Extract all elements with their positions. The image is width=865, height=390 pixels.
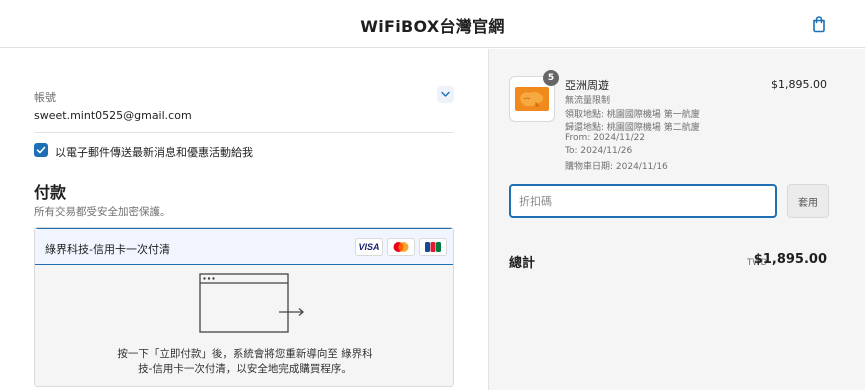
payment-option-label: 綠界科技-信用卡一次付清 — [45, 243, 170, 256]
account-label: 帳號 — [34, 91, 56, 104]
chevron-down-icon — [441, 91, 450, 97]
discount-code-input[interactable] — [509, 184, 777, 218]
total-label: 總計 — [509, 256, 536, 271]
shop-title[interactable]: WiFiBOX台灣官網 — [0, 13, 865, 37]
payment-option-ecpay[interactable]: 綠界科技-信用卡一次付清 VISA — [35, 228, 453, 265]
product-detail: 領取地點: 桃園國際機場 第一航廈 — [565, 110, 700, 120]
visa-icon: VISA — [355, 238, 383, 256]
cart-button[interactable] — [809, 14, 829, 34]
apply-discount-button[interactable]: 套用 — [787, 184, 829, 218]
header: WiFiBOX台灣官網 — [0, 0, 865, 48]
payment-title: 付款 — [34, 183, 67, 202]
product-detail: From: 2024/11/22 — [565, 133, 646, 143]
product-price: $1,895.00 — [771, 78, 827, 91]
payment-subtitle: 所有交易都受安全加密保護。 — [34, 206, 171, 218]
product-name: 亞洲周遊 — [565, 79, 609, 92]
product-image — [515, 87, 549, 111]
redirect-info: 按一下「立即付款」後，系統會將您重新導向至 綠界科技-信用卡一次付清，以安全地完… — [35, 265, 453, 386]
quantity-badge: 5 — [543, 70, 559, 86]
account-email: sweet.mint0525@gmail.com — [34, 109, 192, 122]
marketing-checkbox-label[interactable]: 以電子郵件傳送最新消息和優惠活動給我 — [55, 144, 253, 160]
redirect-text: 按一下「立即付款」後，系統會將您重新導向至 綠界科技-信用卡一次付清，以安全地完… — [117, 348, 373, 375]
product-detail: 歸還地點: 桃園國際機場 第二航廈 — [565, 123, 700, 133]
order-summary: 5 亞洲周遊 無流量限制 領取地點: 桃園國際機場 第一航廈 歸還地點: 桃園國… — [488, 49, 865, 390]
browser-redirect-icon — [199, 273, 304, 333]
account-menu-button[interactable] — [437, 86, 454, 103]
payment-methods: 綠界科技-信用卡一次付清 VISA 按一下「立即付款」後，系統會將您重新導向至 … — [34, 227, 454, 387]
mastercard-icon — [387, 238, 415, 256]
check-icon — [36, 146, 46, 154]
product-detail: 無流量限制 — [565, 96, 611, 106]
visa-label: VISA — [358, 242, 380, 252]
shopping-bag-icon — [813, 16, 825, 33]
jcb-icon — [419, 238, 447, 256]
product-detail: To: 2024/11/26 — [565, 146, 633, 156]
checkout-main: 帳號 sweet.mint0525@gmail.com 以電子郵件傳送最新消息和… — [0, 49, 488, 390]
total-amount: $1,895.00 — [753, 252, 827, 267]
divider — [34, 132, 454, 133]
marketing-checkbox[interactable] — [34, 143, 48, 157]
product-detail: 購物車日期: 2024/11/16 — [565, 162, 668, 172]
